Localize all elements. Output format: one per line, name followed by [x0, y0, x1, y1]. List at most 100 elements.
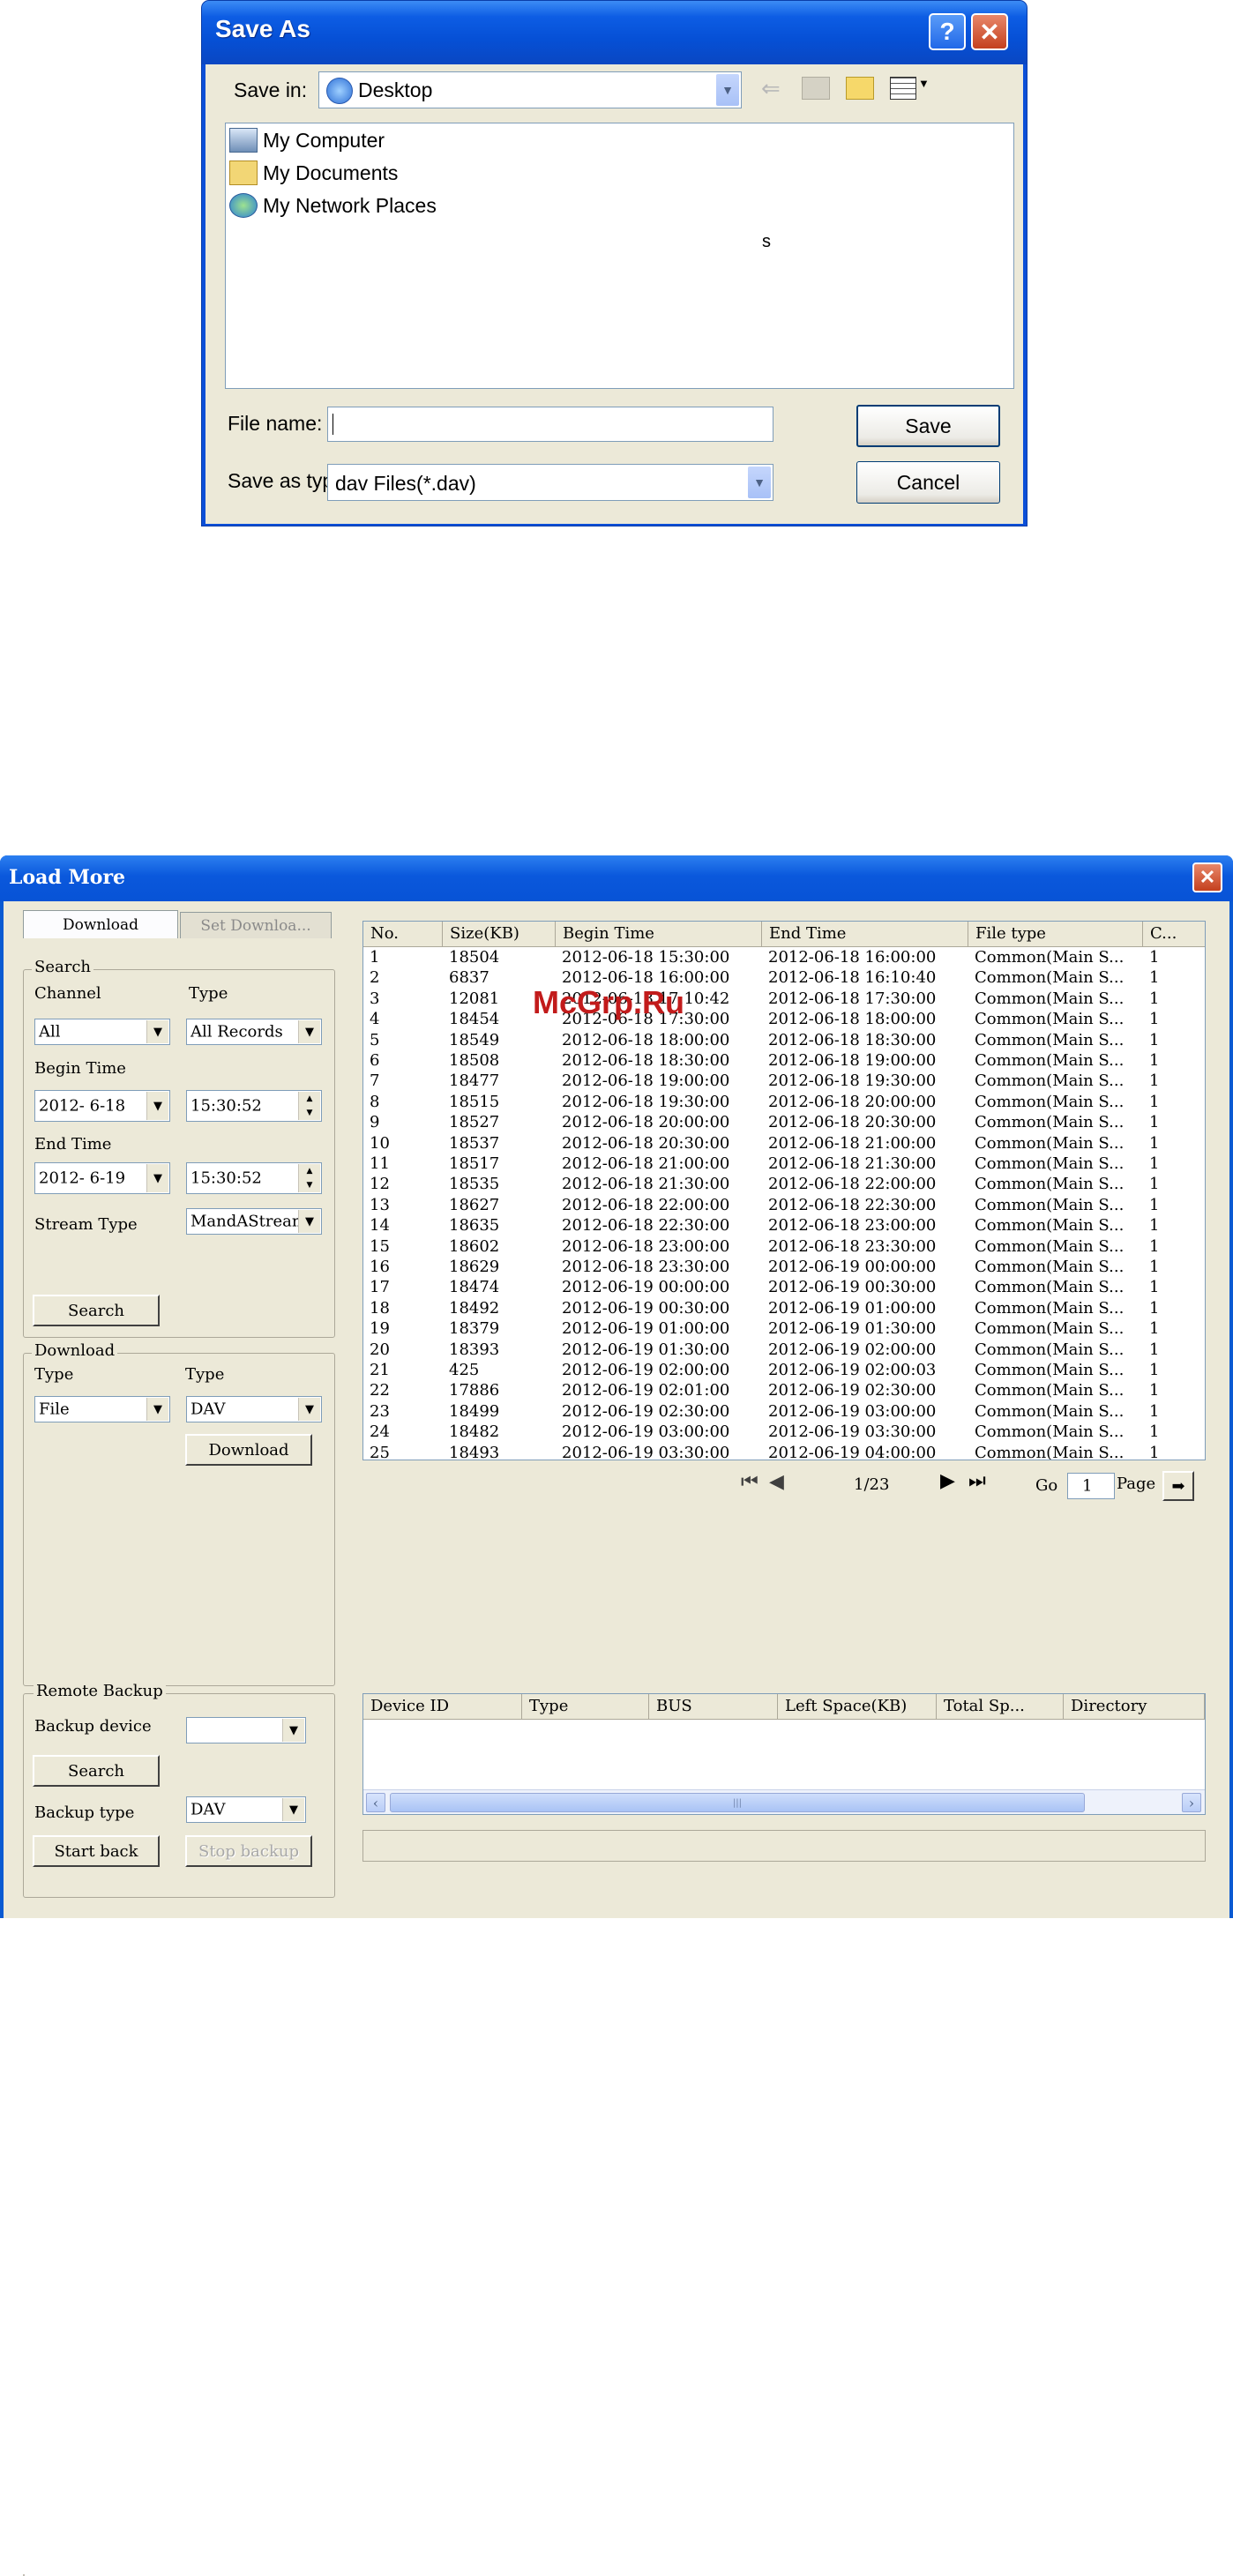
stream-type-select[interactable]: MandAStream ▼ — [186, 1208, 322, 1235]
close-button[interactable]: ✕ — [1192, 862, 1222, 892]
prev-page-icon[interactable]: ◀ — [769, 1470, 784, 1493]
spinner-icon[interactable]: ▲ ▼ — [298, 1092, 320, 1120]
first-page-icon[interactable]: ⏮ — [741, 1470, 758, 1493]
column-header[interactable]: End Time — [762, 922, 968, 946]
table-row[interactable]: 2 6837 2012-06-18 16:00:00 2012-06-18 16:10… — [363, 967, 1205, 988]
backup-search-button[interactable]: Search — [33, 1755, 160, 1787]
search-button[interactable]: Search — [33, 1295, 160, 1326]
table-row[interactable]: 10 18537 2012-06-18 20:30:00 2012-06-18 21:… — [363, 1133, 1205, 1154]
save-button[interactable]: Save — [856, 405, 1000, 447]
table-row[interactable]: 24 18482 2012-06-19 03:00:00 2012-06-19 03:… — [363, 1422, 1205, 1442]
horizontal-scrollbar[interactable]: ‹ ||| › — [363, 1789, 1205, 1814]
scroll-thumb[interactable]: ||| — [390, 1793, 1085, 1812]
next-page-icon[interactable]: ▶ — [940, 1469, 955, 1492]
chevron-down-icon[interactable]: ▼ — [298, 1398, 320, 1421]
table-cell: 25 — [370, 1443, 390, 1460]
table-row[interactable]: 3 12081 2012-06-18 17:10:42 2012-06-18 17:3… — [363, 989, 1205, 1009]
go-arrow-icon[interactable]: ➡ — [1162, 1471, 1194, 1501]
scroll-right-icon[interactable]: › — [1182, 1793, 1201, 1812]
up-folder-icon[interactable] — [802, 77, 830, 100]
table-row[interactable]: 5 18549 2012-06-18 18:00:00 2012-06-18 18:3… — [363, 1030, 1205, 1050]
chevron-down-icon[interactable]: ▼ — [298, 1020, 320, 1043]
column-header[interactable]: Directory — [1064, 1694, 1205, 1719]
table-row[interactable]: 15 18602 2012-06-18 23:00:00 2012-06-18 23:… — [363, 1236, 1205, 1257]
table-row[interactable]: 20 18393 2012-06-19 01:30:00 2012-06-19 02:… — [363, 1340, 1205, 1360]
column-header[interactable]: File type — [968, 922, 1143, 946]
chevron-down-icon[interactable]: ▼ — [748, 467, 771, 498]
table-row[interactable]: 23 18499 2012-06-19 02:30:00 2012-06-19 03:… — [363, 1401, 1205, 1422]
table-row[interactable]: 11 18517 2012-06-18 21:00:00 2012-06-18 21:… — [363, 1154, 1205, 1174]
tab-download[interactable]: Download — [23, 910, 178, 938]
end-time-spinner[interactable]: 15:30:52 ▲ ▼ — [186, 1162, 322, 1194]
table-cell: 2012-06-19 02:00:00 — [768, 1340, 937, 1359]
spinner-icon[interactable]: ▲ ▼ — [298, 1164, 320, 1192]
page-number-input[interactable]: 1 — [1067, 1473, 1115, 1499]
download-button[interactable]: Download — [185, 1434, 312, 1466]
file-name-input[interactable] — [327, 407, 773, 442]
column-header[interactable]: Begin Time — [556, 922, 762, 946]
device-table[interactable]: Device ID Type BUS Left Space(KB) Total Sp..… — [362, 1693, 1206, 1815]
backup-type-select[interactable]: DAV ▼ — [186, 1796, 306, 1823]
record-type-select[interactable]: All Records ▼ — [186, 1019, 322, 1045]
chevron-down-icon[interactable]: ▼ — [282, 1798, 304, 1821]
column-header[interactable]: Left Space(KB) — [778, 1694, 937, 1719]
column-header[interactable]: Type — [522, 1694, 649, 1719]
tab-set-download[interactable]: Set Downloa... — [180, 912, 332, 938]
chevron-down-icon[interactable]: ▼ — [146, 1020, 168, 1043]
list-item[interactable]: My Documents — [229, 160, 398, 186]
table-row[interactable]: 8 18515 2012-06-18 19:30:00 2012-06-18 20:0… — [363, 1092, 1205, 1112]
table-row[interactable]: 22 17886 2012-06-19 02:01:00 2012-06-19 02:… — [363, 1380, 1205, 1400]
back-arrow-icon[interactable]: ⇐ — [761, 75, 781, 102]
column-header[interactable]: C... — [1143, 922, 1205, 946]
table-row[interactable]: 21 425 2012-06-19 02:00:00 2012-06-19 02:00… — [363, 1360, 1205, 1380]
file-format-select[interactable]: DAV ▼ — [186, 1396, 322, 1422]
table-row[interactable]: 19 18379 2012-06-19 01:00:00 2012-06-19 01:… — [363, 1318, 1205, 1339]
scroll-left-icon[interactable]: ‹ — [366, 1793, 385, 1812]
close-button[interactable]: ✕ — [971, 13, 1008, 50]
list-item[interactable]: My Computer — [229, 127, 385, 153]
table-cell: 1 — [1149, 948, 1160, 967]
chevron-down-icon[interactable]: ▼ — [146, 1398, 168, 1421]
table-row[interactable]: 16 18629 2012-06-18 23:30:00 2012-06-19 00:… — [363, 1257, 1205, 1277]
table-row[interactable]: 18 18492 2012-06-19 00:30:00 2012-06-19 01:… — [363, 1298, 1205, 1318]
end-date-picker[interactable]: 2012- 6-19 ▼ — [34, 1162, 170, 1194]
save-in-combo[interactable]: Desktop ▼ — [318, 71, 742, 108]
table-row[interactable]: 6 18508 2012-06-18 18:30:00 2012-06-18 19:0… — [363, 1050, 1205, 1071]
chevron-down-icon[interactable]: ▼ — [716, 74, 739, 106]
chevron-down-icon[interactable]: ▼ — [282, 1719, 304, 1742]
begin-time-spinner[interactable]: 15:30:52 ▲ ▼ — [186, 1090, 322, 1122]
begin-date-picker[interactable]: 2012- 6-18 ▼ — [34, 1090, 170, 1122]
last-page-icon[interactable]: ⏭ — [968, 1469, 986, 1492]
column-header[interactable]: Size(KB) — [443, 922, 556, 946]
chevron-down-icon[interactable]: ▼ — [146, 1164, 168, 1192]
new-folder-icon[interactable] — [846, 77, 874, 100]
table-row[interactable]: 1 18504 2012-06-18 15:30:00 2012-06-18 16:0… — [363, 947, 1205, 967]
column-header[interactable]: No. — [363, 922, 443, 946]
channel-select[interactable]: All ▼ — [34, 1019, 170, 1045]
views-menu-icon[interactable] — [890, 77, 916, 100]
table-row[interactable]: 14 18635 2012-06-18 22:30:00 2012-06-18 23:… — [363, 1215, 1205, 1236]
table-row[interactable]: 9 18527 2012-06-18 20:00:00 2012-06-18 20:3… — [363, 1112, 1205, 1132]
table-row[interactable]: 4 18454 2012-06-18 17:30:00 2012-06-18 18:0… — [363, 1009, 1205, 1029]
help-button[interactable]: ? — [929, 13, 966, 50]
chevron-down-icon[interactable]: ▼ — [298, 1210, 320, 1233]
save-as-type-combo[interactable]: dav Files(*.dav) ▼ — [327, 464, 773, 501]
backup-device-select[interactable]: ▼ — [186, 1717, 306, 1743]
list-item[interactable]: My Network Places — [229, 192, 437, 219]
column-header[interactable]: BUS — [649, 1694, 778, 1719]
table-row[interactable]: 7 18477 2012-06-18 19:00:00 2012-06-18 19:3… — [363, 1071, 1205, 1091]
column-header[interactable]: Device ID — [363, 1694, 522, 1719]
download-type-select[interactable]: File ▼ — [34, 1396, 170, 1422]
table-row[interactable]: 13 18627 2012-06-18 22:00:00 2012-06-18 22:… — [363, 1195, 1205, 1215]
stop-backup-button[interactable]: Stop backup — [185, 1835, 312, 1867]
table-row[interactable]: 12 18535 2012-06-18 21:30:00 2012-06-18 22:… — [363, 1174, 1205, 1194]
file-table[interactable]: No. Size(KB) Begin Time End Time File type C.… — [362, 921, 1206, 1460]
table-row[interactable]: 25 18493 2012-06-19 03:30:00 2012-06-19 04:… — [363, 1443, 1205, 1460]
chevron-down-icon[interactable]: ▼ — [146, 1092, 168, 1120]
file-list[interactable]: My Computer My Documents My Network Plac… — [225, 123, 1014, 389]
table-row[interactable]: 17 18474 2012-06-19 00:00:00 2012-06-19 00:… — [363, 1277, 1205, 1297]
cancel-button[interactable]: Cancel — [856, 461, 1000, 504]
column-header[interactable]: Total Sp... — [937, 1694, 1064, 1719]
views-dropdown-icon[interactable]: ▼ — [918, 77, 930, 90]
start-backup-button[interactable]: Start back — [33, 1835, 160, 1867]
